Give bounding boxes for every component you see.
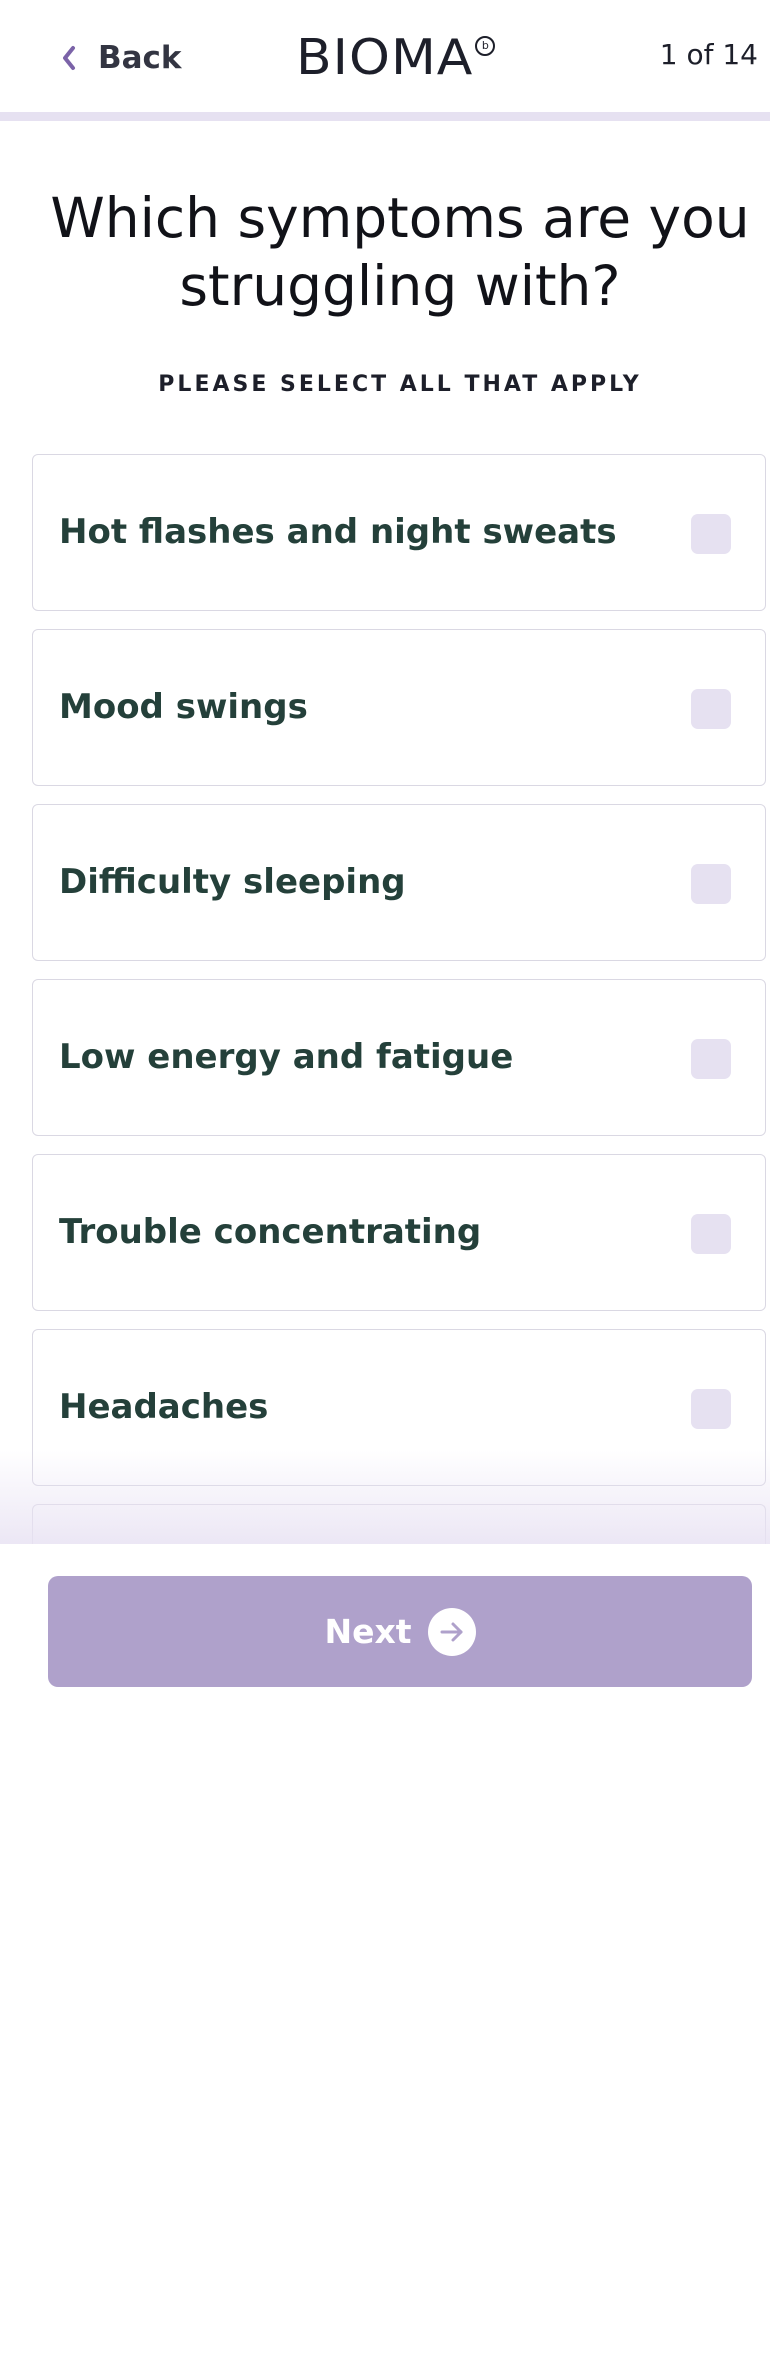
chevron-left-icon (60, 44, 78, 72)
scroll-fade (0, 1450, 770, 1545)
option-trouble-concentrating[interactable]: Trouble concentrating (32, 1154, 766, 1311)
option-difficulty-sleeping[interactable]: Difficulty sleeping (32, 804, 766, 961)
option-checkbox[interactable] (691, 1389, 731, 1429)
option-label: Trouble concentrating (59, 1212, 482, 1252)
options-list: Hot flashes and night sweats Mood swings… (32, 454, 768, 1592)
option-label: Difficulty sleeping (59, 862, 406, 902)
option-checkbox[interactable] (691, 514, 731, 554)
option-checkbox[interactable] (691, 1214, 731, 1254)
option-label: Hot flashes and night sweats (59, 512, 617, 552)
option-checkbox[interactable] (691, 689, 731, 729)
arrow-right-icon (427, 1607, 476, 1656)
option-checkbox[interactable] (691, 864, 731, 904)
page-subtitle: PLEASE SELECT ALL THAT APPLY (158, 372, 642, 397)
back-label: Back (98, 40, 182, 76)
logo-mark: b (475, 36, 496, 56)
next-label: Next (324, 1612, 412, 1651)
page-title: Which symptoms are you struggling with? (50, 186, 750, 318)
option-hot-flashes[interactable]: Hot flashes and night sweats (32, 454, 766, 611)
progress-bar (0, 112, 770, 121)
page: Back BIOMA b 1 of 14 Which symptoms are … (0, 0, 770, 2374)
header: Back BIOMA b 1 of 14 (0, 0, 770, 112)
logo-text: BIOMA (296, 29, 474, 87)
option-mood-swings[interactable]: Mood swings (32, 629, 766, 786)
option-label: Low energy and fatigue (59, 1037, 514, 1077)
option-low-energy[interactable]: Low energy and fatigue (32, 979, 766, 1136)
step-counter: 1 of 14 (659, 38, 758, 71)
option-label: Mood swings (59, 687, 308, 727)
back-button[interactable]: Back (60, 34, 182, 82)
next-button[interactable]: Next (48, 1576, 752, 1687)
logo: BIOMA b (296, 28, 496, 88)
option-checkbox[interactable] (691, 1039, 731, 1079)
